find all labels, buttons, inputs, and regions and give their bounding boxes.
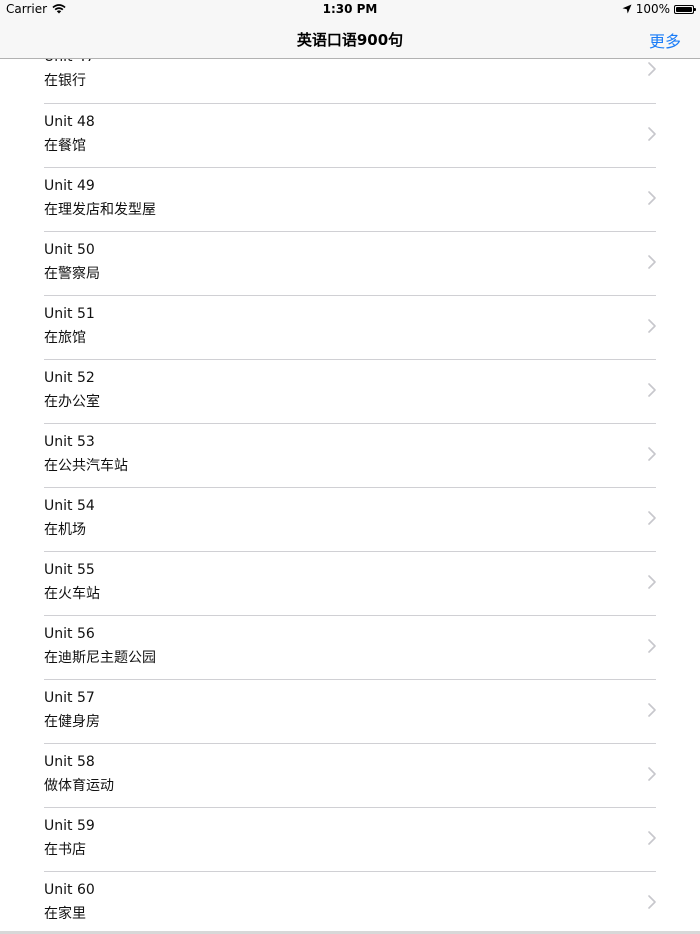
- unit-title: 在家里: [44, 906, 86, 922]
- unit-title: 在餐馆: [44, 138, 86, 154]
- unit-number: Unit 56: [44, 626, 95, 642]
- list-item[interactable]: Unit 47 在银行: [44, 59, 656, 104]
- list-item[interactable]: Unit 55 在火车站: [44, 552, 656, 616]
- chevron-right-icon: [648, 895, 656, 909]
- unit-list-content: Unit 47在银行Unit 48在餐馆Unit 49在理发店和发型屋Unit …: [0, 59, 700, 931]
- unit-number: Unit 50: [44, 242, 95, 258]
- chevron-right-icon: [648, 703, 656, 717]
- unit-title: 在旅馆: [44, 330, 86, 346]
- chevron-right-icon: [648, 62, 656, 76]
- list-item[interactable]: Unit 58 做体育运动: [44, 744, 656, 808]
- chevron-right-icon: [648, 127, 656, 141]
- list-item[interactable]: Unit 54 在机场: [44, 488, 656, 552]
- unit-title: 在银行: [44, 73, 86, 89]
- chevron-right-icon: [648, 831, 656, 845]
- unit-number: Unit 57: [44, 690, 95, 706]
- chevron-right-icon: [648, 383, 656, 397]
- list-item[interactable]: Unit 48 在餐馆: [44, 104, 656, 168]
- status-time: 1:30 PM: [322, 2, 378, 16]
- more-button[interactable]: 更多: [649, 28, 681, 52]
- unit-list[interactable]: Unit 47在银行Unit 48在餐馆Unit 49在理发店和发型屋Unit …: [0, 59, 700, 931]
- unit-title: 在办公室: [44, 394, 100, 410]
- list-item[interactable]: Unit 56 在迪斯尼主题公园: [44, 616, 656, 680]
- unit-title: 在健身房: [44, 714, 100, 730]
- battery-percent: 100%: [635, 2, 670, 16]
- unit-title: 在书店: [44, 842, 86, 858]
- unit-title: 在迪斯尼主题公园: [44, 650, 156, 666]
- chevron-right-icon: [648, 319, 656, 333]
- unit-number: Unit 60: [44, 882, 95, 898]
- chevron-right-icon: [648, 447, 656, 461]
- unit-title: 在公共汽车站: [44, 458, 128, 474]
- list-item[interactable]: Unit 60 在家里: [44, 872, 656, 931]
- unit-number: Unit 49: [44, 178, 95, 194]
- unit-number: Unit 55: [44, 562, 95, 578]
- location-arrow-icon: [622, 4, 632, 14]
- chevron-right-icon: [648, 191, 656, 205]
- list-item[interactable]: Unit 50 在警察局: [44, 232, 656, 296]
- unit-number: Unit 52: [44, 370, 95, 386]
- chevron-right-icon: [648, 511, 656, 525]
- battery-fill: [676, 6, 692, 12]
- navigation-bar: 英语口语900句 更多: [0, 20, 700, 59]
- page-title: 英语口语900句: [296, 31, 404, 49]
- unit-title: 在机场: [44, 522, 86, 538]
- chevron-right-icon: [648, 575, 656, 589]
- battery-icon: [674, 4, 696, 14]
- list-item[interactable]: Unit 52 在办公室: [44, 360, 656, 424]
- status-right: 100%: [622, 2, 696, 16]
- unit-number: Unit 51: [44, 306, 95, 322]
- list-item[interactable]: Unit 59 在书店: [44, 808, 656, 872]
- unit-title: 在火车站: [44, 586, 100, 602]
- unit-number: Unit 54: [44, 498, 95, 514]
- list-item[interactable]: Unit 51 在旅馆: [44, 296, 656, 360]
- list-item[interactable]: Unit 49 在理发店和发型屋: [44, 168, 656, 232]
- list-item[interactable]: Unit 53 在公共汽车站: [44, 424, 656, 488]
- chevron-right-icon: [648, 639, 656, 653]
- unit-number: Unit 48: [44, 114, 95, 130]
- unit-title: 在理发店和发型屋: [44, 202, 156, 218]
- status-bar: Carrier 1:30 PM 100%: [0, 0, 700, 20]
- chevron-right-icon: [648, 767, 656, 781]
- unit-title: 在警察局: [44, 266, 100, 282]
- chevron-right-icon: [648, 255, 656, 269]
- unit-number: Unit 59: [44, 818, 95, 834]
- unit-title: 做体育运动: [44, 778, 114, 794]
- unit-number: Unit 53: [44, 434, 95, 450]
- unit-number: Unit 58: [44, 754, 95, 770]
- unit-number: Unit 47: [44, 59, 95, 65]
- list-item[interactable]: Unit 57 在健身房: [44, 680, 656, 744]
